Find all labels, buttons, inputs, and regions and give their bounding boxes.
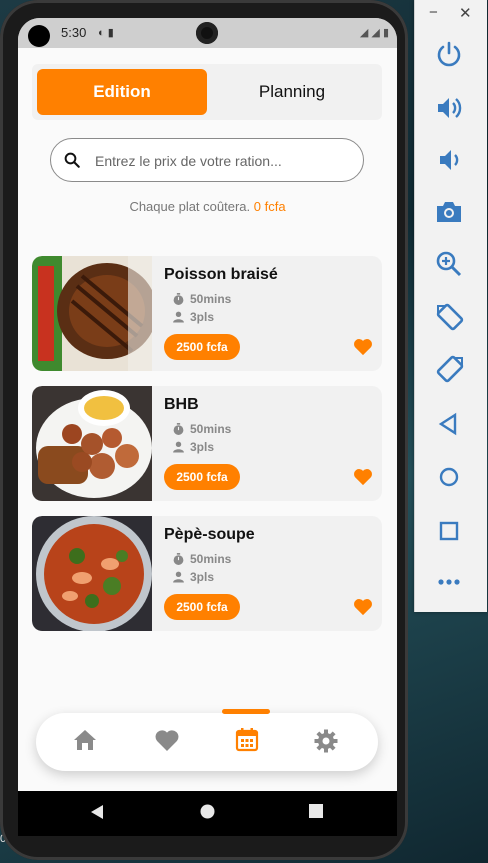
dish-price-badge: 2500 fcfa — [164, 464, 240, 490]
status-time: 5:30 — [61, 25, 87, 40]
heart-icon[interactable] — [154, 729, 180, 752]
heart-icon[interactable] — [353, 338, 373, 356]
bottom-navigation — [36, 709, 378, 771]
person-icon — [173, 571, 184, 583]
gear-icon[interactable] — [314, 729, 338, 753]
dish-card[interactable]: Poisson braisé 50mins 3pls 2500 fcfa — [32, 256, 382, 371]
notification-icons: ◐ ▮ — [98, 27, 114, 39]
more-icon[interactable] — [435, 572, 463, 592]
home-circle-icon[interactable] — [200, 804, 215, 819]
close-icon[interactable]: ✕ — [459, 4, 472, 22]
person-icon — [173, 441, 184, 453]
home-icon[interactable] — [73, 729, 97, 751]
timer-icon — [173, 423, 184, 435]
volume-down-icon[interactable] — [435, 146, 463, 174]
phone-frame: 5:30 ◐ ▮ ◢ ◢ ▮ Edition Planning Chaque p… — [0, 0, 408, 860]
dish-image — [32, 386, 152, 501]
camera-cutout — [28, 25, 50, 47]
signal-battery-icons: ◢ ◢ ▮ — [359, 27, 389, 39]
rotate-left-icon[interactable] — [435, 302, 465, 332]
app-screen: 5:30 ◐ ▮ ◢ ◢ ▮ Edition Planning Chaque p… — [18, 18, 397, 836]
dish-image — [32, 256, 152, 371]
price-info: Chaque plat coûtera. 0 fcfa — [18, 199, 397, 214]
zoom-in-icon[interactable] — [435, 250, 463, 278]
minimize-icon[interactable]: − — [429, 4, 438, 21]
timer-icon — [173, 553, 184, 565]
dish-card[interactable]: BHB 50mins 3pls 2500 fcfa — [32, 386, 382, 501]
dish-price-badge: 2500 fcfa — [164, 334, 240, 360]
status-bar: 5:30 ◐ ▮ ◢ ◢ ▮ — [18, 18, 397, 48]
tab-edition[interactable]: Edition — [37, 69, 207, 115]
timer-icon — [173, 293, 184, 305]
power-icon[interactable] — [435, 40, 463, 68]
dish-name: BHB — [164, 396, 199, 413]
dish-image — [32, 516, 152, 631]
dish-name: Pèpè-soupe — [164, 526, 255, 543]
tab-planning[interactable]: Planning — [207, 69, 377, 115]
rotate-right-icon[interactable] — [435, 354, 465, 384]
back-icon[interactable] — [435, 412, 463, 436]
search-icon — [64, 152, 80, 168]
search-bar — [50, 138, 364, 182]
front-camera — [196, 22, 218, 44]
overview-icon[interactable] — [435, 518, 463, 544]
price-info-label: Chaque plat coûtera. — [129, 199, 251, 214]
dish-card[interactable]: Pèpè-soupe 50mins 3pls 2500 fcfa — [32, 516, 382, 631]
android-navigation-bar — [18, 791, 397, 836]
camera-icon[interactable] — [435, 198, 463, 226]
dish-price-badge: 2500 fcfa — [164, 594, 240, 620]
calendar-icon[interactable] — [235, 727, 259, 752]
heart-icon[interactable] — [353, 598, 373, 616]
overview-icon[interactable] — [309, 804, 323, 818]
home-circle-icon[interactable] — [435, 464, 463, 490]
mode-tabs: Edition Planning — [32, 64, 382, 120]
heart-icon[interactable] — [353, 468, 373, 486]
emulator-control-panel: − ✕ — [414, 0, 487, 612]
price-info-amount: 0 fcfa — [253, 199, 286, 214]
person-icon — [173, 311, 184, 323]
active-indicator — [222, 709, 270, 714]
volume-up-icon[interactable] — [435, 94, 463, 122]
price-search-input[interactable] — [93, 148, 347, 174]
back-icon[interactable] — [90, 804, 104, 820]
dish-name: Poisson braisé — [164, 266, 278, 283]
